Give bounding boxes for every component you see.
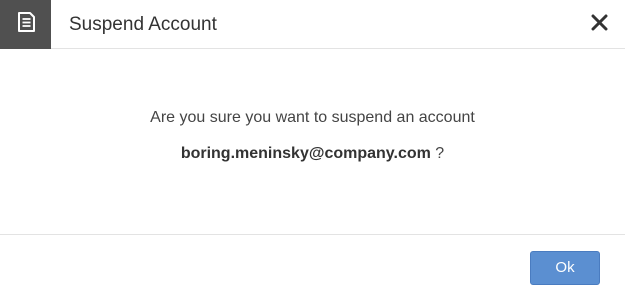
dialog-title: Suspend Account bbox=[69, 14, 217, 35]
dialog-header: Suspend Account bbox=[0, 0, 625, 49]
dialog-body: Are you sure you want to suspend an acco… bbox=[0, 49, 625, 235]
close-icon[interactable] bbox=[591, 14, 608, 36]
suspend-account-dialog: Suspend Account Are you sure you want to… bbox=[0, 0, 625, 301]
ok-button[interactable]: Ok bbox=[530, 251, 600, 285]
account-line: boring.meninsky@company.com ? bbox=[0, 144, 625, 164]
dialog-footer: Ok bbox=[0, 236, 625, 301]
header-icon-box bbox=[0, 0, 51, 49]
close-button[interactable] bbox=[590, 14, 609, 36]
confirmation-message: Are you sure you want to suspend an acco… bbox=[150, 109, 475, 126]
question-mark: ? bbox=[430, 145, 445, 162]
document-icon bbox=[15, 11, 37, 38]
account-email: boring.meninsky@company.com bbox=[180, 145, 431, 162]
